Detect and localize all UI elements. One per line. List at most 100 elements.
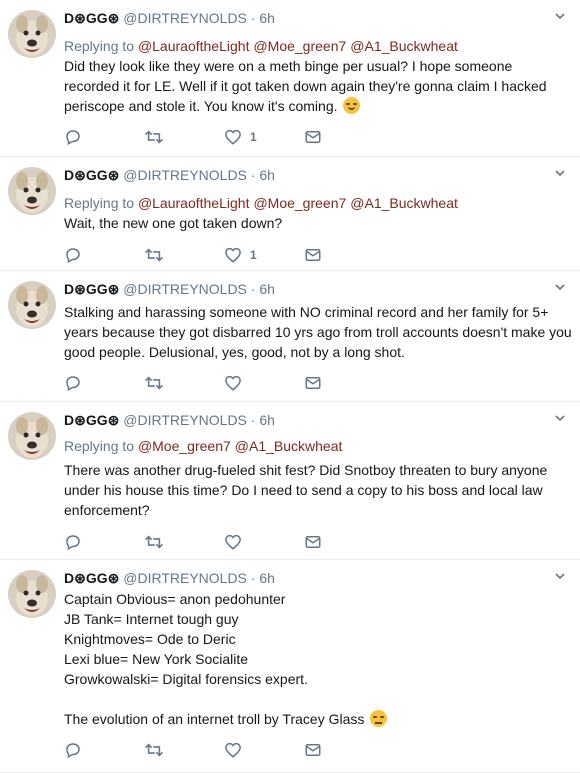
message-button[interactable] xyxy=(304,533,322,551)
like-count: 1 xyxy=(250,248,257,262)
user-handle[interactable]: @DIRTREYNOLDS xyxy=(123,281,247,297)
tweet-header: D⊛GG⊛ @DIRTREYNOLDS · 6h xyxy=(64,9,566,27)
tweet[interactable]: D⊛GG⊛ @DIRTREYNOLDS · 6h Replying to @Lau… xyxy=(0,0,580,157)
tweet[interactable]: D⊛GG⊛ @DIRTREYNOLDS · 6h Replying to @Lau… xyxy=(0,157,580,271)
tweet-text-segment: The evolution of an internet troll by Tr… xyxy=(64,711,365,727)
tweet-header: D⊛GG⊛ @DIRTREYNOLDS · 6h xyxy=(64,569,566,587)
tweet-text: Did they look like they were on a meth b… xyxy=(64,56,568,116)
user-handle[interactable]: @DIRTREYNOLDS xyxy=(123,412,247,428)
separator-dot: · xyxy=(250,167,256,183)
chevron-down-icon[interactable] xyxy=(554,9,566,27)
tweet-actions xyxy=(64,374,364,392)
retweet-button[interactable] xyxy=(144,128,164,146)
tweet-text-line: Knightmoves= Ode to Deric xyxy=(64,629,568,649)
tweet-timestamp[interactable]: 6h xyxy=(259,412,275,428)
tweet-text-line: periscope and stole it. You know it's co… xyxy=(64,96,568,116)
message-button[interactable] xyxy=(304,128,322,146)
tweet-text-segment: Lexi blue= New York Socialite xyxy=(64,651,249,667)
message-button[interactable] xyxy=(304,246,322,264)
tweet-actions: 1 xyxy=(64,246,364,264)
avatar[interactable] xyxy=(8,167,56,215)
mention-link[interactable]: @Moe_green7 xyxy=(138,438,231,454)
chevron-down-icon[interactable] xyxy=(554,166,566,184)
tweet-text-segment: years because they got disbarred 10 yrs … xyxy=(64,324,572,340)
mention-link[interactable]: @A1_Buckwheat xyxy=(235,438,343,454)
tweet-header: D⊛GG⊛ @DIRTREYNOLDS · 6h xyxy=(64,411,566,429)
tweet[interactable]: D⊛GG⊛ @DIRTREYNOLDS · 6h Replying to @Moe… xyxy=(0,402,580,560)
tweet-timestamp[interactable]: 6h xyxy=(259,10,275,26)
tweet-text-line: There was another drug-fueled shit fest?… xyxy=(64,460,568,480)
reply-button[interactable] xyxy=(64,128,82,146)
tweet-text-line: Stalking and harassing someone with NO c… xyxy=(64,302,568,322)
reply-button[interactable] xyxy=(64,533,82,551)
display-name[interactable]: D⊛GG⊛ xyxy=(64,10,119,26)
tweet-text-line: Did they look like they were on a meth b… xyxy=(64,56,568,76)
tweet-text-segment: Growkowalski= Digital forensics expert. xyxy=(64,671,308,687)
tweet-text-segment: Wait, the new one got taken down? xyxy=(64,215,283,231)
tweet-actions xyxy=(64,533,364,551)
like-icon xyxy=(224,741,242,759)
display-name[interactable]: D⊛GG⊛ xyxy=(64,412,119,428)
like-button[interactable] xyxy=(224,374,242,392)
eye-roll-emoji-icon xyxy=(370,710,388,727)
avatar[interactable] xyxy=(8,570,56,618)
tweet-text-segment: Stalking and harassing someone with NO c… xyxy=(64,304,549,320)
replying-to: Replying to @Moe_green7 @A1_Buckwheat xyxy=(64,436,346,456)
like-button[interactable]: 1 xyxy=(224,128,257,146)
reply-button[interactable] xyxy=(64,374,82,392)
tweet-timestamp[interactable]: 6h xyxy=(259,570,275,586)
tweet-text-line: good people. Delusional, yes, good, not … xyxy=(64,342,568,362)
tweet[interactable]: D⊛GG⊛ @DIRTREYNOLDS · 6h Captain Obvious=… xyxy=(0,560,580,773)
separator-dot: · xyxy=(250,10,256,26)
mention-link[interactable]: @LauraoftheLight xyxy=(138,38,250,54)
like-icon xyxy=(224,128,242,146)
retweet-button[interactable] xyxy=(144,246,164,264)
reply-icon xyxy=(64,533,82,551)
avatar[interactable] xyxy=(8,281,56,329)
tweet-text: Wait, the new one got taken down? xyxy=(64,213,568,233)
like-button[interactable] xyxy=(224,741,242,759)
retweet-button[interactable] xyxy=(144,374,164,392)
display-name[interactable]: D⊛GG⊛ xyxy=(64,570,119,586)
tweet-text-segment: good people. Delusional, yes, good, not … xyxy=(64,344,405,360)
avatar[interactable] xyxy=(8,412,56,460)
tweet-actions xyxy=(64,741,364,759)
reply-button[interactable] xyxy=(64,246,82,264)
display-name[interactable]: D⊛GG⊛ xyxy=(64,281,119,297)
reply-icon xyxy=(64,246,82,264)
user-handle[interactable]: @DIRTREYNOLDS xyxy=(123,167,247,183)
reply-button[interactable] xyxy=(64,741,82,759)
chevron-down-icon[interactable] xyxy=(554,411,566,429)
chevron-down-icon[interactable] xyxy=(554,569,566,587)
user-handle[interactable]: @DIRTREYNOLDS xyxy=(123,570,247,586)
avatar[interactable] xyxy=(8,10,56,58)
user-handle[interactable]: @DIRTREYNOLDS xyxy=(123,10,247,26)
tweet-text: There was another drug-fueled shit fest?… xyxy=(64,460,568,520)
tweet-text-segment: JB Tank= Internet tough guy xyxy=(64,611,239,627)
separator-dot: · xyxy=(250,412,256,428)
like-button[interactable] xyxy=(224,533,242,551)
separator-dot: · xyxy=(250,570,256,586)
retweet-button[interactable] xyxy=(144,533,164,551)
mention-link[interactable]: @LauraoftheLight xyxy=(138,195,250,211)
mention-link[interactable]: @Moe_green7 xyxy=(253,195,346,211)
retweet-icon xyxy=(144,128,164,146)
display-name[interactable]: D⊛GG⊛ xyxy=(64,167,119,183)
mention-link[interactable]: @A1_Buckwheat xyxy=(350,195,458,211)
like-count: 1 xyxy=(250,130,257,144)
retweet-icon xyxy=(144,533,164,551)
tweet-text-segment: There was another drug-fueled shit fest?… xyxy=(64,462,548,478)
reply-icon xyxy=(64,741,82,759)
retweet-button[interactable] xyxy=(144,741,164,759)
mention-link[interactable]: @Moe_green7 xyxy=(253,38,346,54)
tweet-timestamp[interactable]: 6h xyxy=(259,281,275,297)
replying-to-label: Replying to xyxy=(64,438,135,454)
tweet[interactable]: D⊛GG⊛ @DIRTREYNOLDS · 6h Stalking and har… xyxy=(0,271,580,402)
like-button[interactable]: 1 xyxy=(224,246,257,264)
message-button[interactable] xyxy=(304,741,322,759)
message-button[interactable] xyxy=(304,374,322,392)
mention-link[interactable]: @A1_Buckwheat xyxy=(350,38,458,54)
chevron-down-icon[interactable] xyxy=(554,280,566,298)
tweet-timestamp[interactable]: 6h xyxy=(259,167,275,183)
retweet-icon xyxy=(144,246,164,264)
